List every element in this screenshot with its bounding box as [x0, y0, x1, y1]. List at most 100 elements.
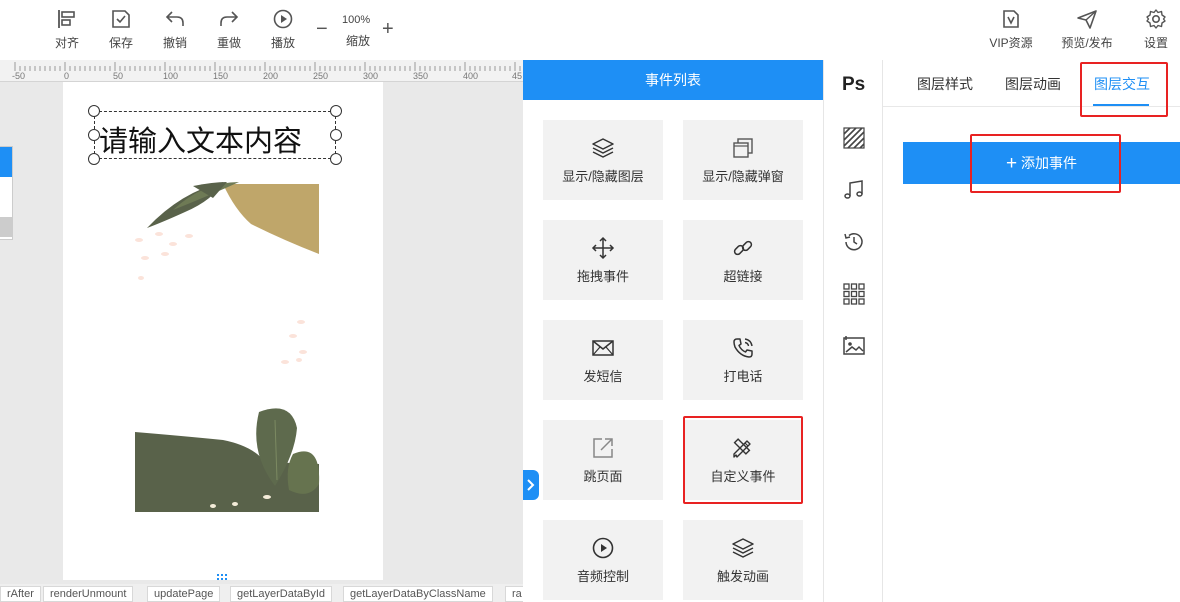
tool-icon-strip: Ps [823, 60, 883, 602]
resize-handle[interactable] [330, 105, 342, 117]
panel-collapse-toggle[interactable] [523, 470, 539, 500]
resize-handle[interactable] [330, 129, 342, 141]
ruler-ticks [14, 62, 521, 71]
history-icon[interactable] [842, 230, 866, 254]
music-icon[interactable] [842, 178, 866, 202]
left-collapsed-panel[interactable] [0, 146, 13, 240]
event-label: 跳页面 [583, 469, 623, 484]
method-chip[interactable]: renderUnmount [43, 586, 134, 602]
play-label: 播放 [270, 36, 295, 50]
event-drag[interactable]: 拖拽事件 [543, 220, 663, 300]
plus-icon: + [1006, 153, 1018, 174]
method-chip[interactable]: getLayerDataByClassName [343, 586, 493, 602]
vip-resource-icon [1003, 10, 1019, 28]
event-show-hide-popup[interactable]: 显示/隐藏弹窗 [683, 120, 803, 200]
settings-label: 设置 [1143, 36, 1168, 50]
align-label: 对齐 [54, 36, 79, 50]
windows-icon [733, 138, 753, 158]
play-circle-icon [592, 537, 614, 559]
event-jump-page[interactable]: 跳页面 [543, 420, 663, 500]
ruler-label: 45 [512, 71, 523, 81]
method-chip[interactable]: ra [505, 586, 523, 602]
tab-layer-interaction[interactable]: 图层交互 [1094, 74, 1150, 94]
redo-icon [220, 11, 239, 26]
gear-icon [1146, 9, 1166, 29]
zoom-value: 100% [342, 14, 371, 26]
method-chip-bar: rAfter renderUnmount updatePage getLayer… [0, 584, 523, 602]
ruler-label: 100 [163, 71, 179, 81]
event-label: 触发动画 [716, 569, 769, 584]
resize-handle[interactable] [88, 129, 100, 141]
save-label: 保存 [108, 36, 133, 50]
tab-layer-animation[interactable]: 图层动画 [1005, 74, 1061, 94]
external-link-icon [593, 438, 613, 458]
grid-icon[interactable] [842, 282, 866, 306]
tab-layer-style[interactable]: 图层样式 [917, 74, 973, 94]
custom-tools-icon [733, 438, 751, 458]
vip-resource-button[interactable]: VIP资源 [985, 8, 1037, 51]
save-button[interactable]: 保存 [96, 8, 146, 51]
ruler-label: 350 [413, 71, 429, 81]
resize-handle[interactable] [330, 153, 342, 165]
align-button[interactable]: 对齐 [42, 8, 92, 51]
vip-resource-label: VIP资源 [989, 36, 1033, 50]
resize-handle[interactable] [88, 153, 100, 165]
method-chip[interactable]: getLayerDataById [230, 586, 333, 602]
method-chip[interactable]: rAfter [0, 586, 41, 602]
tabs-divider [883, 106, 1180, 107]
ruler-label: 400 [463, 71, 479, 81]
text-element-content: 请输入文本内容 [99, 126, 303, 158]
method-chip[interactable]: updatePage [147, 586, 221, 602]
move-icon [591, 236, 615, 260]
horizontal-ruler: -50 0 50 100 150 200 250 300 350 400 45 [0, 60, 523, 82]
event-trigger-animation[interactable]: 触发动画 [683, 520, 803, 600]
add-event-label: 添加事件 [1021, 155, 1077, 171]
save-icon [112, 10, 130, 28]
events-panel: 事件列表 显示/隐藏图层 显示/隐藏弹窗 拖拽事件 超链接 发短信 打电话 跳页… [523, 60, 823, 602]
ruler-label: 150 [213, 71, 229, 81]
ruler-label: 50 [113, 71, 124, 81]
zoom-out-button[interactable]: − [316, 18, 328, 41]
event-phone-call[interactable]: 打电话 [683, 320, 803, 400]
phone-icon [733, 338, 753, 358]
play-icon [273, 9, 293, 29]
ruler-label: 200 [263, 71, 279, 81]
event-hyperlink[interactable]: 超链接 [683, 220, 803, 300]
ruler-label: -50 [12, 71, 26, 81]
resize-handle[interactable] [88, 105, 100, 117]
ruler-label: 250 [313, 71, 329, 81]
events-panel-title: 事件列表 [523, 60, 823, 100]
add-event-button[interactable]: + 添加事件 [903, 142, 1180, 184]
preview-publish-button[interactable]: 预览/发布 [1057, 8, 1117, 51]
event-show-hide-layer[interactable]: 显示/隐藏图层 [543, 120, 663, 200]
event-custom[interactable]: 自定义事件 [683, 420, 803, 500]
zoom-in-button[interactable]: + [382, 18, 394, 41]
image-icon[interactable] [842, 334, 866, 358]
page-resize-grip-icon[interactable] [217, 574, 229, 580]
zoom-control: − 100% 缩放 + [316, 10, 402, 50]
left-panel-tab[interactable] [0, 147, 12, 177]
left-panel-item[interactable] [0, 217, 12, 237]
event-label: 显示/隐藏弹窗 [702, 169, 784, 184]
settings-button[interactable]: 设置 [1134, 8, 1178, 51]
play-button[interactable]: 播放 [258, 8, 308, 51]
undo-button[interactable]: 撤销 [150, 8, 200, 51]
zoom-label: 缩放 [346, 34, 371, 48]
redo-label: 重做 [216, 36, 241, 50]
event-label: 自定义事件 [710, 469, 776, 484]
design-page[interactable]: 请输入文本内容 [63, 82, 383, 580]
texture-icon[interactable] [842, 126, 866, 150]
undo-icon [165, 11, 184, 26]
chevron-right-icon [527, 479, 535, 491]
event-audio-control[interactable]: 音频控制 [543, 520, 663, 600]
properties-panel: 图层样式 图层动画 图层交互 + 添加事件 [883, 60, 1180, 602]
send-icon [1077, 10, 1097, 29]
event-label: 超链接 [723, 269, 763, 284]
text-element[interactable]: 请输入文本内容 [94, 111, 336, 159]
event-send-sms[interactable]: 发短信 [543, 320, 663, 400]
event-label: 音频控制 [576, 569, 629, 584]
redo-button[interactable]: 重做 [204, 8, 254, 51]
ps-button[interactable]: Ps [842, 74, 865, 96]
align-icon [58, 10, 75, 28]
undo-label: 撤销 [162, 36, 187, 50]
